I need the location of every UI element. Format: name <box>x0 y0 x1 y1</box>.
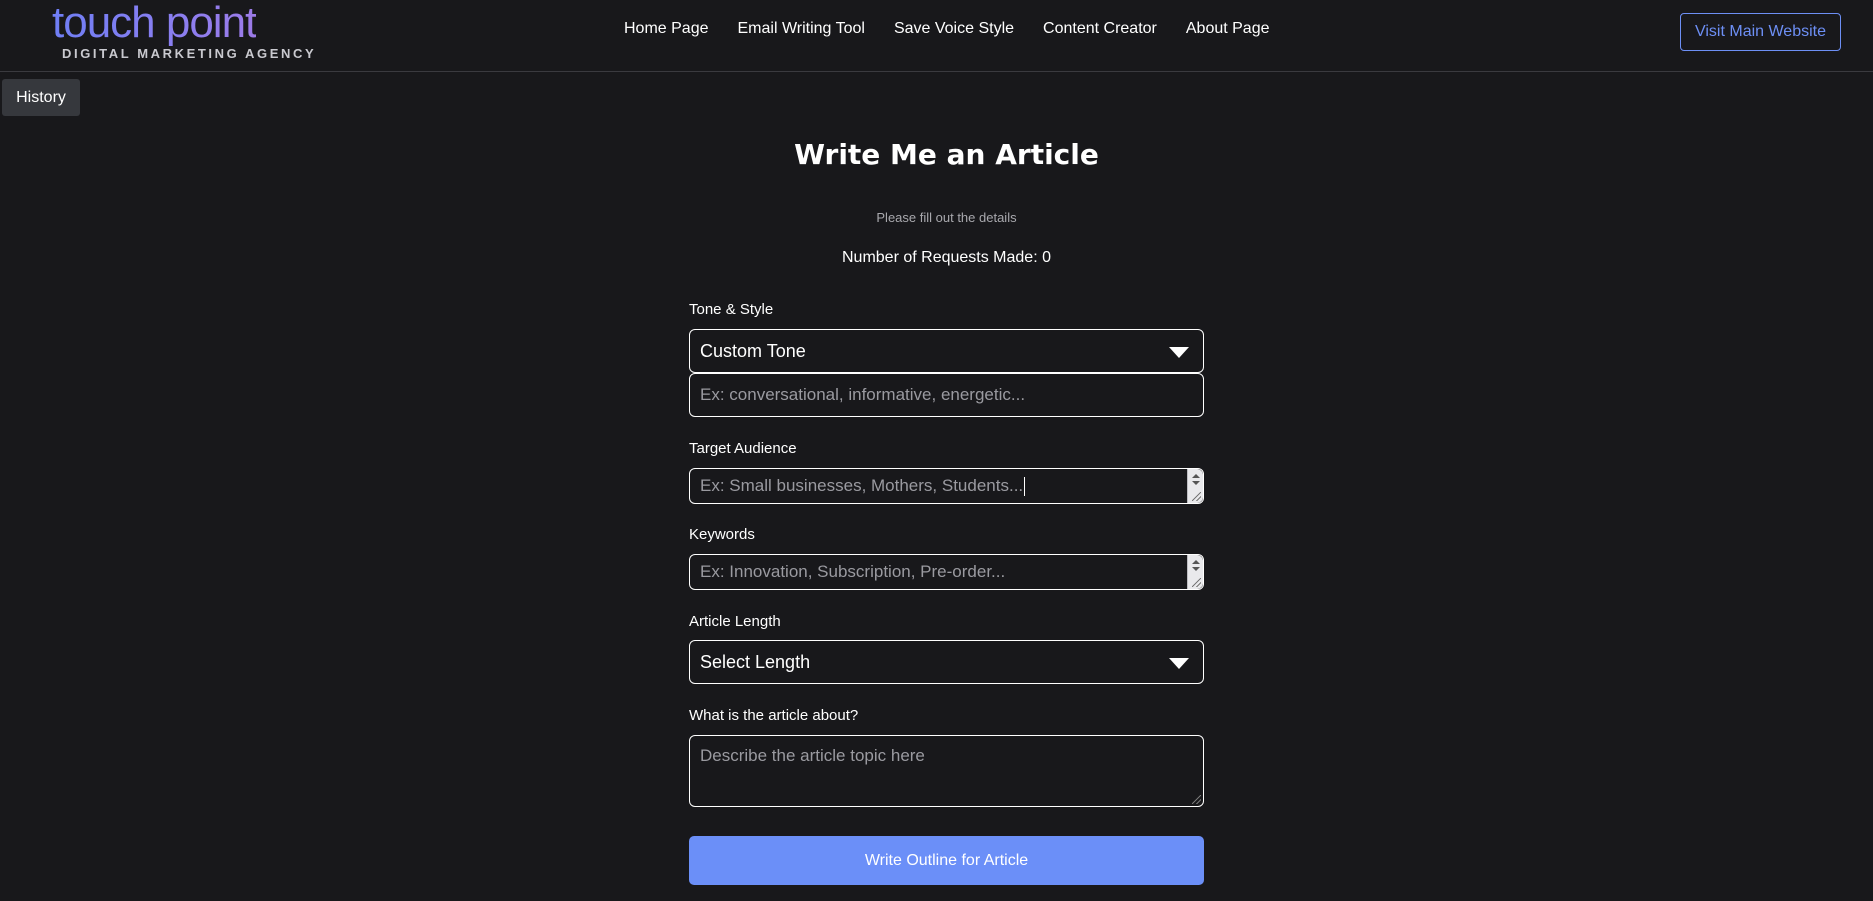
history-button[interactable]: History <box>2 79 80 116</box>
nav-content-creator[interactable]: Content Creator <box>1043 20 1157 42</box>
chevron-down-icon <box>1169 658 1189 669</box>
article-length-selected-value: Select Length <box>700 651 811 672</box>
nav-home-page[interactable]: Home Page <box>624 20 709 42</box>
nav-save-voice-style[interactable]: Save Voice Style <box>894 20 1014 42</box>
resize-handle-icon[interactable] <box>1192 795 1201 804</box>
text-cursor <box>1024 476 1026 496</box>
visit-main-website-button[interactable]: Visit Main Website <box>1680 13 1841 51</box>
request-counter: Number of Requests Made: 0 <box>842 249 1051 266</box>
article-length-select[interactable]: Select Length <box>689 640 1204 684</box>
tone-style-label: Tone & Style <box>689 301 774 318</box>
chevron-down-icon <box>1169 347 1189 358</box>
arrow-up-icon[interactable] <box>1192 474 1200 478</box>
arrow-down-icon[interactable] <box>1192 567 1200 571</box>
tone-style-selected-value: Custom Tone <box>700 340 806 361</box>
article-topic-textarea[interactable]: Describe the article topic here <box>689 735 1204 807</box>
arrow-up-icon[interactable] <box>1192 560 1200 564</box>
page-title: Write Me an Article <box>794 138 1099 171</box>
resize-handle-icon[interactable] <box>1192 578 1201 587</box>
target-audience-label: Target Audience <box>689 440 797 457</box>
keywords-input[interactable]: Ex: Innovation, Subscription, Pre-order.… <box>689 554 1204 590</box>
tone-style-select[interactable]: Custom Tone <box>689 329 1204 373</box>
touchpoint-logo[interactable]: touch point DIGITAL MARKETING AGENCY <box>52 0 314 68</box>
main-nav: Home Page Email Writing Tool Save Voice … <box>624 20 1270 42</box>
article-topic-placeholder: Describe the article topic here <box>700 746 925 765</box>
target-audience-input[interactable]: Ex: Small businesses, Mothers, Students.… <box>689 468 1204 504</box>
top-header: touch point DIGITAL MARKETING AGENCY Hom… <box>0 0 1873 72</box>
custom-tone-placeholder: Ex: conversational, informative, energet… <box>700 385 1026 404</box>
arrow-down-icon[interactable] <box>1192 481 1200 485</box>
article-length-label: Article Length <box>689 613 781 630</box>
nav-about-page[interactable]: About Page <box>1186 20 1270 42</box>
keywords-label: Keywords <box>689 526 755 543</box>
resize-handle-icon[interactable] <box>1192 492 1201 501</box>
nav-email-writing-tool[interactable]: Email Writing Tool <box>738 20 865 42</box>
page-subtitle: Please fill out the details <box>876 210 1017 225</box>
logo-tagline: DIGITAL MARKETING AGENCY <box>62 46 317 61</box>
custom-tone-input[interactable]: Ex: conversational, informative, energet… <box>689 373 1204 417</box>
target-audience-placeholder: Ex: Small businesses, Mothers, Students.… <box>700 476 1024 495</box>
keywords-placeholder: Ex: Innovation, Subscription, Pre-order.… <box>700 562 1006 581</box>
write-outline-button[interactable]: Write Outline for Article <box>689 836 1204 885</box>
logo-wordmark: touch point <box>52 0 257 47</box>
article-topic-label: What is the article about? <box>689 707 859 724</box>
